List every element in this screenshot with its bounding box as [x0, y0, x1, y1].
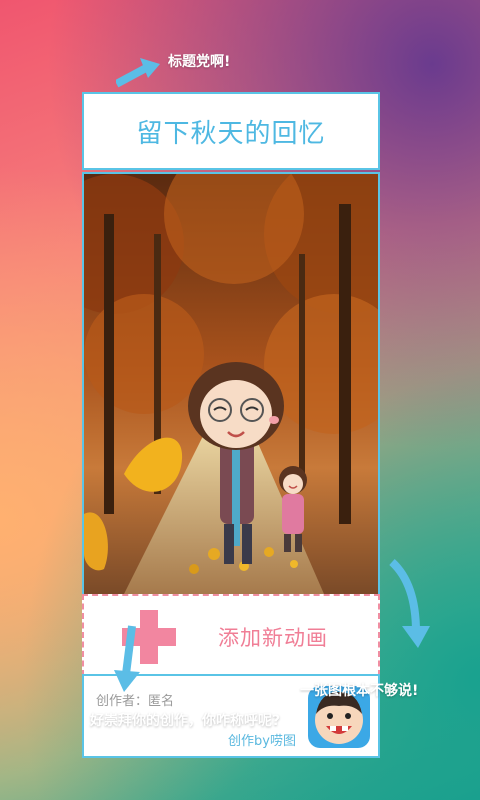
card: 留下秋天的回忆 添加新动画 创作者：匿名 创作by唠图 [82, 92, 384, 758]
more-hint: 一张图根本不够说! [300, 683, 419, 699]
animation-image[interactable] [82, 172, 380, 596]
credit-text: 创作by唠图 [228, 734, 296, 749]
card-title[interactable]: 留下秋天的回忆 [82, 92, 380, 170]
title-hint: 标题党啊! [168, 54, 231, 70]
arrow-icon [114, 625, 140, 692]
credit-hint: 好崇拜你的创作，你咋称呼呢? [90, 713, 281, 729]
autumn-cartoon-illustration [84, 174, 378, 594]
arrow-icon [116, 58, 160, 88]
add-animation-label: 添加新动画 [218, 626, 328, 650]
arrow-icon [389, 559, 430, 648]
